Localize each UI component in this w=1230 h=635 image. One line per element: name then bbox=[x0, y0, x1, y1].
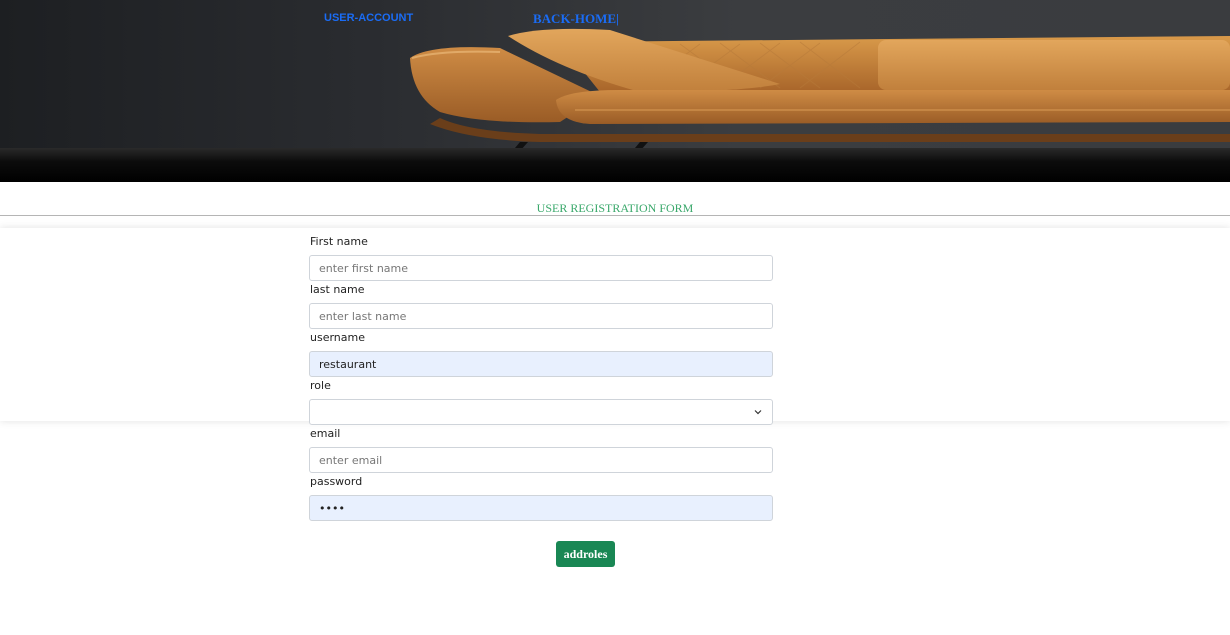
username-label: username bbox=[310, 331, 365, 344]
role-select[interactable] bbox=[309, 399, 773, 425]
divider bbox=[0, 215, 1230, 216]
last-name-label: last name bbox=[310, 283, 365, 296]
user-account-link[interactable]: USER-ACCOUNT bbox=[324, 12, 413, 24]
last-name-input[interactable] bbox=[309, 303, 773, 329]
first-name-input[interactable] bbox=[309, 255, 773, 281]
chevron-down-icon bbox=[754, 410, 762, 415]
form-title: USER REGISTRATION FORM bbox=[536, 201, 694, 215]
username-input[interactable] bbox=[309, 351, 773, 377]
password-label: password bbox=[310, 475, 363, 488]
email-label: email bbox=[310, 427, 341, 440]
password-input[interactable] bbox=[309, 495, 773, 521]
email-input[interactable] bbox=[309, 447, 773, 473]
addroles-button[interactable]: addroles bbox=[556, 541, 615, 567]
back-home-link[interactable]: BACK-HOME| bbox=[533, 11, 619, 27]
first-name-label: First name bbox=[310, 235, 368, 248]
role-label: role bbox=[310, 379, 331, 392]
hero-banner: USER-ACCOUNT BACK-HOME| bbox=[0, 0, 1230, 182]
